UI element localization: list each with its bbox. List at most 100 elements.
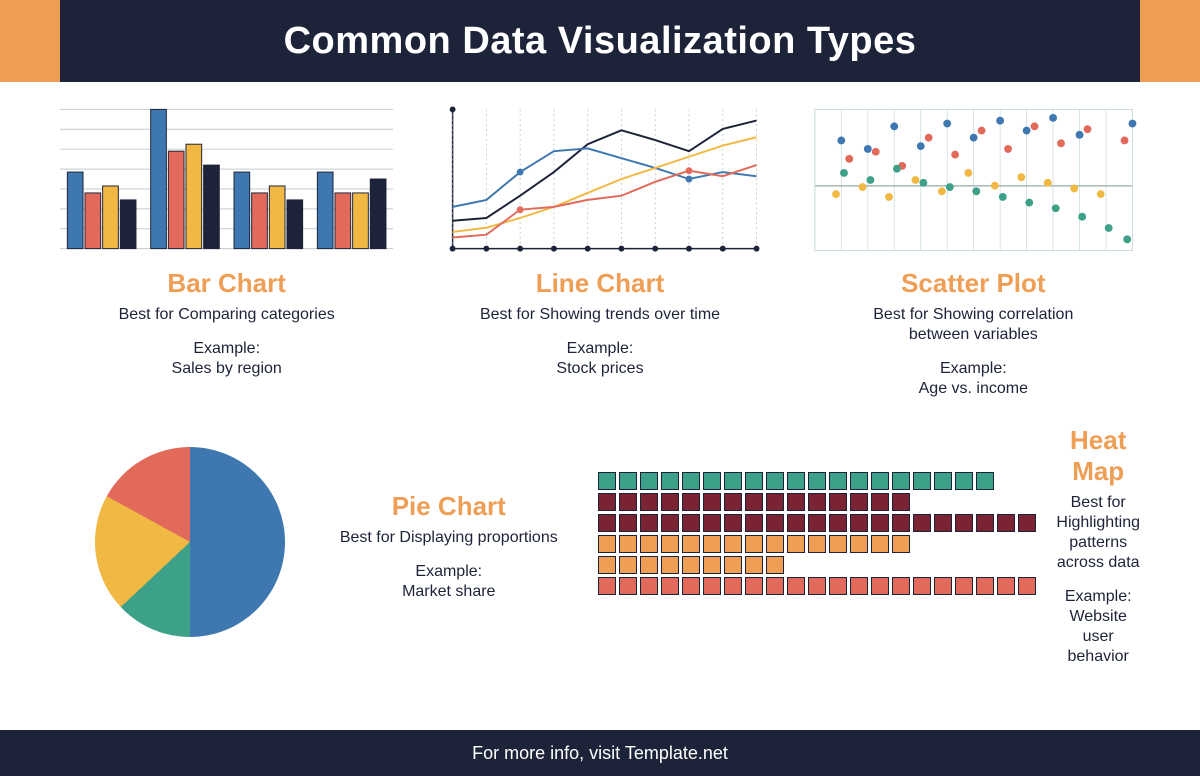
pie-chart-viz bbox=[60, 442, 319, 642]
heat-desc1: Best for Highlighting patterns across da… bbox=[1056, 493, 1140, 573]
heatmap-cell bbox=[703, 577, 721, 595]
heatmap-cell bbox=[787, 493, 805, 511]
heatmap-cell bbox=[640, 535, 658, 553]
heatmap-row bbox=[598, 535, 1036, 553]
heatmap-cell bbox=[724, 556, 742, 574]
heatmap-cell bbox=[724, 493, 742, 511]
heatmap-cell bbox=[934, 514, 952, 532]
heatmap-cell bbox=[619, 493, 637, 511]
line-desc1: Best for Showing trends over time bbox=[480, 305, 720, 325]
card-scatter: Scatter Plot Best for Showing correlatio… bbox=[807, 100, 1140, 399]
heatmap-cell bbox=[640, 493, 658, 511]
card-bar: Bar Chart Best for Comparing categories … bbox=[60, 100, 393, 399]
row-1: Bar Chart Best for Comparing categories … bbox=[60, 100, 1140, 399]
heatmap-cell bbox=[766, 556, 784, 574]
heatmap-cell bbox=[829, 535, 847, 553]
heatmap-cell bbox=[787, 472, 805, 490]
heatmap-row bbox=[598, 493, 1036, 511]
bar-chart-viz bbox=[60, 100, 393, 260]
heatmap-cell bbox=[1018, 514, 1036, 532]
heatmap-cell bbox=[598, 493, 616, 511]
heatmap-cell bbox=[766, 514, 784, 532]
pie-desc2: Example:Market share bbox=[402, 562, 495, 602]
heatmap-row bbox=[598, 556, 1036, 574]
heatmap-cell bbox=[766, 472, 784, 490]
heatmap-cell bbox=[640, 577, 658, 595]
pie-chart-svg bbox=[95, 447, 285, 637]
heatmap-cell bbox=[640, 556, 658, 574]
heatmap-cell bbox=[661, 514, 679, 532]
heatmap-cell bbox=[913, 577, 931, 595]
heatmap-cell bbox=[829, 472, 847, 490]
heatmap-cell bbox=[808, 493, 826, 511]
header-accent-right bbox=[1140, 0, 1200, 82]
heatmap-cell bbox=[703, 472, 721, 490]
heat-title: Heat Map bbox=[1056, 425, 1140, 487]
header-mid: Common Data Visualization Types bbox=[60, 0, 1140, 82]
heatmap-cell bbox=[997, 514, 1015, 532]
heatmap-cell bbox=[892, 472, 910, 490]
heatmap-cell bbox=[976, 472, 994, 490]
heatmap-cell bbox=[682, 472, 700, 490]
scatter-title: Scatter Plot bbox=[901, 268, 1046, 299]
heatmap-cell bbox=[661, 535, 679, 553]
heatmap-cell bbox=[808, 472, 826, 490]
heatmap-cell bbox=[787, 535, 805, 553]
scatter-plot-viz bbox=[807, 100, 1140, 260]
heatmap-cell bbox=[955, 472, 973, 490]
heatmap-cell bbox=[808, 514, 826, 532]
scatter-plot-svg bbox=[807, 100, 1140, 260]
heatmap-cell bbox=[598, 514, 616, 532]
heatmap-cell bbox=[619, 577, 637, 595]
heatmap-viz bbox=[598, 442, 1036, 642]
heatmap-cell bbox=[661, 577, 679, 595]
line-title: Line Chart bbox=[536, 268, 665, 299]
heatmap-cell bbox=[850, 472, 868, 490]
heatmap-cell bbox=[682, 556, 700, 574]
heatmap-cell bbox=[808, 535, 826, 553]
heatmap-cell bbox=[766, 577, 784, 595]
heatmap-cell bbox=[1018, 577, 1036, 595]
heatmap-cell bbox=[598, 577, 616, 595]
heatmap-cell bbox=[808, 577, 826, 595]
heatmap-cell bbox=[598, 472, 616, 490]
heatmap-cell bbox=[871, 472, 889, 490]
heatmap-cell bbox=[703, 556, 721, 574]
heatmap-row bbox=[598, 514, 1036, 532]
card-heat: Heat Map Best for Highlighting patterns … bbox=[598, 417, 1140, 667]
heatmap-cell bbox=[892, 493, 910, 511]
heatmap-cell bbox=[934, 577, 952, 595]
content: Bar Chart Best for Comparing categories … bbox=[0, 82, 1200, 730]
page-title: Common Data Visualization Types bbox=[284, 20, 917, 63]
bar-title: Bar Chart bbox=[167, 268, 285, 299]
heatmap-cell bbox=[871, 514, 889, 532]
heatmap-cell bbox=[682, 577, 700, 595]
heatmap-cell bbox=[598, 556, 616, 574]
heatmap-cell bbox=[619, 472, 637, 490]
bar-desc2: Example:Sales by region bbox=[172, 339, 282, 379]
bar-desc1: Best for Comparing categories bbox=[119, 305, 335, 325]
heatmap-grid bbox=[598, 442, 1036, 595]
heatmap-cell bbox=[682, 493, 700, 511]
heatmap-cell bbox=[850, 535, 868, 553]
heatmap-row bbox=[598, 577, 1036, 595]
heatmap-cell bbox=[829, 514, 847, 532]
heatmap-cell bbox=[619, 556, 637, 574]
heatmap-cell bbox=[661, 493, 679, 511]
line-chart-viz bbox=[433, 100, 766, 260]
heatmap-cell bbox=[766, 493, 784, 511]
heatmap-cell bbox=[724, 577, 742, 595]
heatmap-cell bbox=[787, 514, 805, 532]
heatmap-cell bbox=[724, 514, 742, 532]
heatmap-cell bbox=[619, 535, 637, 553]
header-accent-left bbox=[0, 0, 60, 82]
footer: For more info, visit Template.net bbox=[0, 730, 1200, 776]
heatmap-cell bbox=[850, 577, 868, 595]
footer-text: For more info, visit Template.net bbox=[472, 743, 728, 764]
heatmap-cell bbox=[934, 472, 952, 490]
header: Common Data Visualization Types bbox=[0, 0, 1200, 82]
heatmap-cell bbox=[703, 514, 721, 532]
scatter-desc1: Best for Showing correlation between var… bbox=[843, 305, 1103, 345]
heatmap-cell bbox=[745, 556, 763, 574]
heatmap-cell bbox=[850, 514, 868, 532]
